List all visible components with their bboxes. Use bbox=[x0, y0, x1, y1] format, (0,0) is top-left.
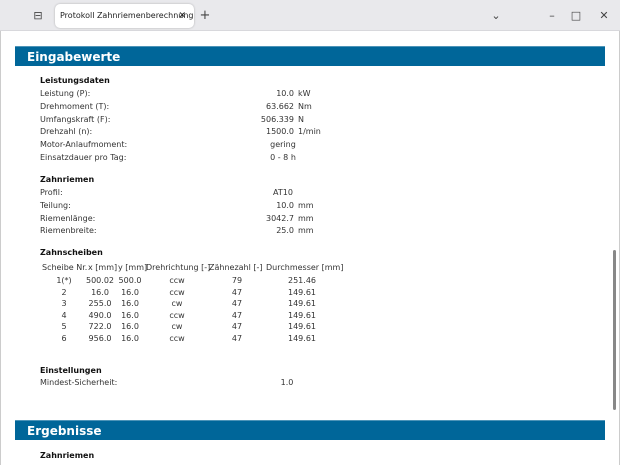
table-cell: 956.0 bbox=[89, 334, 112, 343]
table-cell: 16.0 bbox=[121, 322, 139, 331]
maximize-icon[interactable]: □ bbox=[569, 0, 583, 31]
field-label: Teilung: bbox=[40, 201, 71, 210]
table-cell: ccw bbox=[169, 288, 184, 297]
table-cell: 16.0 bbox=[121, 334, 139, 343]
table-cell: ccw bbox=[169, 276, 184, 285]
tab-protokoll[interactable]: Protokoll Zahnriemenberechnung ✕ bbox=[55, 4, 194, 28]
field-value: 1.0 bbox=[281, 378, 294, 387]
field-value: 63.662 bbox=[234, 102, 294, 111]
table-header: Zähnezahl [-] bbox=[209, 263, 263, 272]
section-heading: Zahnriemen bbox=[40, 175, 94, 184]
field-label: Drehzahl (n): bbox=[40, 127, 92, 136]
field-label: Umfangskraft (F): bbox=[40, 115, 110, 124]
field-label: Riemenbreite: bbox=[40, 226, 97, 235]
tab-list-chevron-icon[interactable]: ⌄ bbox=[488, 0, 504, 31]
field-value: 10.0 bbox=[234, 89, 294, 98]
field-value: 506.339 bbox=[234, 115, 294, 124]
field-label: Riemenlänge: bbox=[40, 214, 95, 223]
table-cell: 16.0 bbox=[121, 299, 139, 308]
table-cell: 500.02 bbox=[86, 276, 114, 285]
table-cell: cw bbox=[172, 299, 183, 308]
close-window-icon[interactable]: ✕ bbox=[597, 0, 611, 31]
section-header-results: Ergebnisse bbox=[15, 420, 605, 440]
table-cell: 1(*) bbox=[56, 276, 71, 285]
field-value: 0 - 8 h bbox=[270, 153, 296, 162]
table-header: Scheibe Nr. bbox=[42, 263, 87, 272]
tab-close-icon[interactable]: ✕ bbox=[178, 4, 186, 28]
table-header: y [mm] bbox=[118, 263, 147, 272]
new-tab-icon[interactable]: + bbox=[198, 0, 212, 31]
table-cell: 5 bbox=[61, 322, 66, 331]
field-label: Profil: bbox=[40, 188, 63, 197]
field-label: Mindest-Sicherheit: bbox=[40, 378, 117, 387]
field-unit: mm bbox=[298, 201, 314, 210]
results-zahnriemen-heading: Zahnriemen bbox=[40, 451, 94, 460]
table-cell: 16.0 bbox=[91, 288, 109, 297]
field-label: Motor-Anlaufmoment: bbox=[40, 140, 127, 149]
field-value: 3042.7 bbox=[234, 214, 294, 223]
tab-actions-icon[interactable]: ⊟ bbox=[30, 0, 46, 31]
table-cell: 16.0 bbox=[121, 311, 139, 320]
table-cell: 500.0 bbox=[119, 276, 142, 285]
table-cell: 3 bbox=[61, 299, 66, 308]
field-unit: 1/min bbox=[298, 127, 321, 136]
scrollbar[interactable] bbox=[613, 250, 616, 410]
table-header: Drehrichtung [-] bbox=[146, 263, 210, 272]
table-cell: 4 bbox=[61, 311, 66, 320]
table-cell: 149.61 bbox=[288, 299, 316, 308]
table-cell: 79 bbox=[232, 276, 242, 285]
table-cell: ccw bbox=[169, 311, 184, 320]
table-header: Durchmesser [mm] bbox=[266, 263, 343, 272]
field-unit: mm bbox=[298, 214, 314, 223]
field-value: 1500.0 bbox=[234, 127, 294, 136]
table-cell: 251.46 bbox=[288, 276, 316, 285]
field-value: gering bbox=[270, 140, 296, 149]
section-header-inputs: Eingabewerte bbox=[15, 46, 605, 66]
section-heading: Einstellungen bbox=[40, 366, 102, 375]
field-value: 10.0 bbox=[234, 201, 294, 210]
section-heading: Zahnscheiben bbox=[40, 248, 103, 257]
table-cell: cw bbox=[172, 322, 183, 331]
table-cell: 255.0 bbox=[89, 299, 112, 308]
table-cell: 47 bbox=[232, 311, 242, 320]
table-header: x [mm] bbox=[88, 263, 117, 272]
table-cell: 2 bbox=[61, 288, 66, 297]
table-cell: 47 bbox=[232, 322, 242, 331]
table-cell: 149.61 bbox=[288, 311, 316, 320]
table-cell: 490.0 bbox=[89, 311, 112, 320]
table-cell: 149.61 bbox=[288, 334, 316, 343]
table-cell: 16.0 bbox=[121, 288, 139, 297]
table-cell: ccw bbox=[169, 334, 184, 343]
minimize-icon[interactable]: – bbox=[545, 0, 559, 31]
field-value: 25.0 bbox=[234, 226, 294, 235]
table-cell: 47 bbox=[232, 299, 242, 308]
field-label: Leistung (P): bbox=[40, 89, 90, 98]
field-label: Drehmoment (T): bbox=[40, 102, 109, 111]
table-cell: 47 bbox=[232, 334, 242, 343]
table-cell: 149.61 bbox=[288, 322, 316, 331]
field-label: Einsatzdauer pro Tag: bbox=[40, 153, 126, 162]
table-cell: 722.0 bbox=[89, 322, 112, 331]
tab-title: Protokoll Zahnriemenberechnung bbox=[60, 11, 194, 20]
table-cell: 149.61 bbox=[288, 288, 316, 297]
field-unit: kW bbox=[298, 89, 311, 98]
section-heading: Leistungsdaten bbox=[40, 76, 110, 85]
table-cell: 47 bbox=[232, 288, 242, 297]
field-unit: N bbox=[298, 115, 304, 124]
table-cell: 6 bbox=[61, 334, 66, 343]
field-unit: Nm bbox=[298, 102, 312, 111]
field-unit: mm bbox=[298, 226, 314, 235]
title-bar: ⊟ Protokoll Zahnriemenberechnung ✕ + ⌄ –… bbox=[0, 0, 620, 31]
field-value: AT10 bbox=[273, 188, 293, 197]
